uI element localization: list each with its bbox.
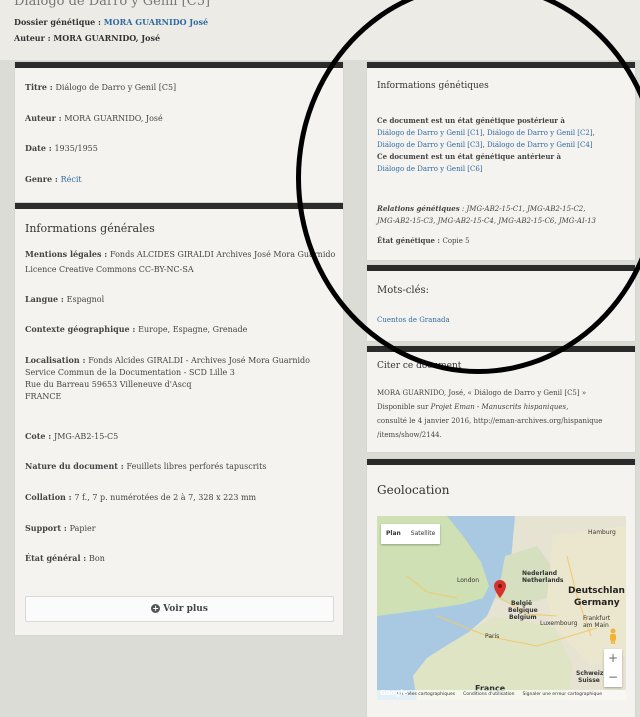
document-title: Dialogo de Darro y Genil [C5] (14, 0, 211, 9)
citation-heading: Citer ce document (377, 361, 462, 371)
map-label-deutschland: Deutschlan (568, 586, 625, 596)
plus-circle-icon: + (151, 603, 161, 613)
google-logo: Google (380, 689, 408, 697)
nature-field: Nature du document : Feuillets libres pe… (25, 461, 267, 471)
map-label-hamburg: Hamburg (588, 529, 616, 536)
map-label-belgique: Belgique (508, 607, 538, 614)
collation-field: Collation : 7 f., 7 p. numérotées de 2 à… (25, 492, 257, 502)
summary-card: Titre : Diálogo de Darro y Genil [C5] Au… (15, 62, 343, 202)
map-label-paris: Paris (485, 633, 500, 640)
zoom-control: + − (604, 649, 622, 687)
map-label-belgie: België (511, 600, 533, 607)
genre-field: Genre : Récit (25, 174, 82, 184)
map-label-suisse: Suisse (578, 677, 600, 684)
map[interactable]: Plan Satellite Hamburg Nederland Netherla… (377, 516, 626, 700)
genetic-link-c3[interactable]: Diálogo de Darro y Genil [C3] (377, 141, 483, 149)
support-field: Support : Papier (25, 523, 96, 533)
author-line: Auteur : MORA GUARNIDO, José (14, 33, 160, 43)
header: Dialogo de Darro y Genil [C5] Dossier gé… (0, 0, 640, 60)
page: Dialogo de Darro y Genil [C5] Dossier gé… (0, 0, 640, 717)
relations-genetiques: Relations génétiques : JMG-AB2-15-C1, JM… (377, 204, 596, 225)
genetic-link-c2[interactable]: Diálogo de Darro y Genil [C2] (487, 129, 593, 137)
genre-link[interactable]: Récit (61, 175, 82, 184)
titre-field: Titre : Diálogo de Darro y Genil [C5] (25, 82, 177, 92)
map-type-control: Plan Satellite (381, 524, 441, 544)
localisation-field: Localisation : Fonds Alcides GIRALDI - A… (25, 355, 310, 401)
keywords-card: Mots-clés: Cuentos de Granada (367, 265, 635, 341)
voir-plus-label: Voir plus (163, 604, 208, 614)
genetic-link-c4[interactable]: Diálogo de Darro y Genil [C4] (487, 141, 593, 149)
keyword-item: Cuentos de Granada (377, 316, 450, 324)
map-label-london: London (457, 577, 479, 584)
map-label-luxembourg: Luxembourg (540, 620, 578, 627)
langue-field: Langue : Espagnol (25, 294, 105, 304)
citation-text: MORA GUARNIDO, José, « Diálogo de Darro … (377, 389, 603, 439)
genetic-info-heading: Informations génétiques (377, 81, 489, 91)
map-label-germany: Germany (574, 598, 620, 608)
date-field: Date : 1935/1955 (25, 143, 98, 153)
keywords-heading: Mots-clés: (377, 285, 430, 296)
map-type-satellite[interactable]: Satellite (406, 524, 441, 544)
map-type-plan[interactable]: Plan (381, 524, 406, 544)
contexte-field: Contexte géographique : Europe, Espagne,… (25, 324, 248, 334)
attribution-terms[interactable]: Conditions d'utilisation (463, 692, 514, 697)
etat-genetique: État génétique : Copie 5 (377, 236, 470, 245)
zoom-out-button[interactable]: − (604, 668, 622, 687)
voir-plus-button[interactable]: + Voir plus (25, 596, 334, 622)
map-label-belgium: Belgium (509, 614, 537, 621)
map-attribution: Données cartographiques Conditions d'util… (377, 690, 626, 700)
genetic-link-c6[interactable]: Diálogo de Darro y Genil [C6] (377, 165, 483, 173)
attribution-report[interactable]: Signaler une erreur cartographique (523, 692, 602, 697)
author-label: Auteur : (14, 33, 54, 43)
licence-field: Licence Creative Commons CC-BY-NC-SA (25, 265, 194, 274)
dossier-label: Dossier génétique : (14, 17, 104, 27)
map-label-netherlands: Netherlands (522, 577, 564, 584)
general-info-heading: Informations générales (25, 222, 155, 235)
genetic-relations-text: Ce document est un état génétique postér… (377, 116, 595, 173)
author-value: MORA GUARNIDO, José (53, 33, 161, 43)
dossier-link[interactable]: MORA GUARNIDO José (104, 17, 208, 27)
zoom-in-button[interactable]: + (604, 649, 622, 668)
mentions-field: Mentions légales : Fonds ALCIDES GIRALDI… (25, 249, 336, 259)
etat-field: État général : Bon (25, 553, 105, 563)
geolocation-heading: Geolocation (377, 483, 450, 497)
auteur-field: Auteur : MORA GUARNIDO, José (25, 113, 163, 123)
map-label-schweiz: Schweiz (576, 670, 604, 677)
map-label-am-main: am Main (583, 622, 609, 629)
map-label-nederland: Nederland (522, 570, 558, 577)
cote-field: Cote : JMG-AB2-15-C5 (25, 431, 119, 441)
genetic-link-c1[interactable]: Diálogo de Darro y Genil [C1] (377, 129, 483, 137)
dossier-line: Dossier génétique : MORA GUARNIDO José (14, 17, 208, 27)
keyword-link[interactable]: Cuentos de Granada (377, 316, 450, 324)
map-label-frankfurt: Frankfurt (583, 615, 611, 622)
map-marker-icon[interactable] (494, 580, 506, 598)
genetic-info-card: Informations génétiques Ce document est … (367, 62, 635, 260)
citation-card: Citer ce document MORA GUARNIDO, José, «… (367, 346, 635, 452)
general-info-card: Informations générales Mentions légales … (15, 203, 343, 635)
pegman-icon[interactable] (607, 628, 619, 644)
